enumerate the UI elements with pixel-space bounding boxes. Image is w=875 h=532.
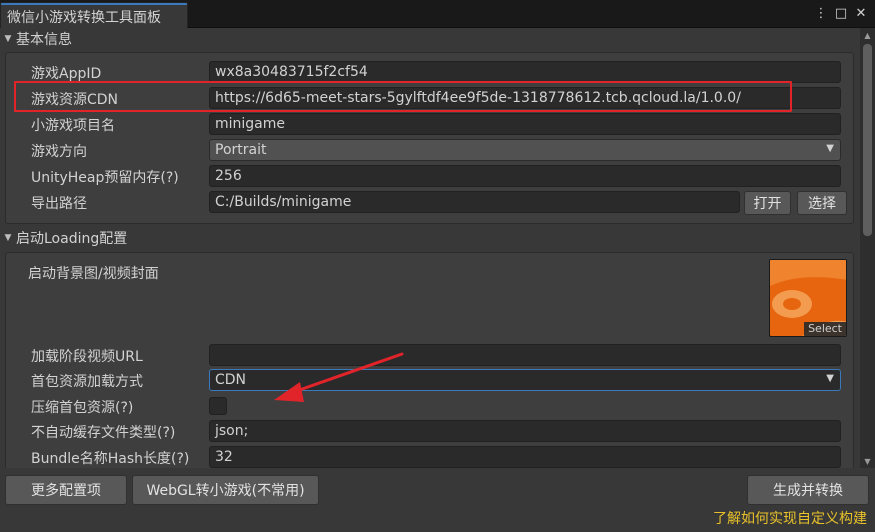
export-path-field[interactable]: C:/Builds/minigame — [209, 191, 740, 213]
cover-select-label[interactable]: Select — [804, 322, 846, 336]
row-project-name: 小游戏项目名 minigame — [6, 113, 855, 135]
first-pkg-mode-dropdown[interactable]: CDN ▼ — [209, 369, 841, 391]
project-name-field[interactable]: minigame — [209, 113, 841, 135]
orientation-value: Portrait — [215, 142, 267, 158]
appid-label: 游戏AppID — [31, 66, 102, 82]
project-name-label: 小游戏项目名 — [31, 118, 115, 134]
appid-field[interactable]: wx8a30483715f2cf54 — [209, 61, 841, 83]
basic-info-group: 游戏AppID wx8a30483715f2cf54 游戏资源CDN https… — [5, 52, 854, 224]
window-controls: ⋮ □ ✕ — [813, 4, 875, 24]
row-cover: 启动背景图/视频封面 — [6, 261, 855, 283]
foldout-basic-info[interactable]: ▼ 基本信息 — [0, 28, 860, 50]
orientation-label: 游戏方向 — [31, 144, 87, 160]
vertical-scrollbar[interactable]: ▲ ▼ — [860, 28, 875, 468]
cdn-field[interactable]: https://6d65-meet-stars-5gylftdf4ee9f5de… — [209, 87, 841, 109]
row-no-cache: 不自动缓存文件类型(?) json; — [6, 420, 855, 442]
no-cache-field[interactable]: json; — [209, 420, 841, 442]
row-unity-heap: UnityHeap预留内存(?) 256 — [6, 165, 855, 187]
maximize-icon[interactable]: □ — [833, 4, 849, 22]
cdn-label: 游戏资源CDN — [31, 92, 119, 108]
window-tab[interactable]: 微信小游戏转换工具面板 — [0, 2, 188, 28]
video-url-label: 加载阶段视频URL — [31, 349, 143, 365]
scroll-up-icon[interactable]: ▲ — [860, 28, 875, 42]
compress-checkbox[interactable] — [209, 397, 227, 415]
tab-active-indicator — [1, 3, 187, 5]
webgl-convert-button[interactable]: WebGL转小游戏(不常用) — [132, 475, 319, 505]
row-bundle-hash: Bundle名称Hash长度(?) 32 — [6, 446, 855, 468]
foldout-expanded-icon: ▼ — [4, 34, 12, 44]
bundle-hash-field[interactable]: 32 — [209, 446, 841, 468]
video-url-field[interactable] — [209, 344, 841, 366]
scroll-down-icon[interactable]: ▼ — [860, 454, 875, 468]
no-cache-label: 不自动缓存文件类型(?) — [31, 425, 176, 441]
cover-label: 启动背景图/视频封面 — [28, 266, 159, 282]
unity-heap-label: UnityHeap预留内存(?) — [31, 170, 179, 186]
row-export-path: 导出路径 C:/Builds/minigame 打开 选择 — [6, 191, 855, 215]
window-title: 微信小游戏转换工具面板 — [7, 10, 161, 26]
chevron-down-icon: ▼ — [826, 143, 834, 154]
foldout-loading-title: 启动Loading配置 — [16, 231, 128, 247]
foldout-expanded-icon: ▼ — [4, 233, 12, 243]
first-pkg-mode-label: 首包资源加载方式 — [31, 374, 143, 390]
build-convert-button[interactable]: 生成并转换 — [747, 475, 869, 505]
foldout-loading[interactable]: ▼ 启动Loading配置 — [0, 227, 860, 249]
loading-group: 启动背景图/视频封面 Select 加载阶段视频URL 首包资源加载方式 CDN… — [5, 252, 854, 468]
row-video-url: 加载阶段视频URL — [6, 344, 855, 366]
row-appid: 游戏AppID wx8a30483715f2cf54 — [6, 61, 855, 83]
cover-texture-picker[interactable]: Select — [769, 259, 847, 337]
first-pkg-mode-value: CDN — [215, 372, 247, 388]
row-cdn: 游戏资源CDN https://6d65-meet-stars-5gylftdf… — [6, 87, 855, 109]
orientation-dropdown[interactable]: Portrait ▼ — [209, 139, 841, 161]
window-titlebar: 微信小游戏转换工具面板 ⋮ □ ✕ — [0, 0, 875, 28]
kebab-menu-icon[interactable]: ⋮ — [813, 4, 829, 22]
chevron-down-icon: ▼ — [826, 373, 834, 384]
bundle-hash-label: Bundle名称Hash长度(?) — [31, 451, 190, 467]
foldout-basic-info-title: 基本信息 — [16, 32, 72, 48]
row-orientation: 游戏方向 Portrait ▼ — [6, 139, 855, 161]
export-path-label: 导出路径 — [31, 196, 87, 212]
row-first-pkg-mode: 首包资源加载方式 CDN ▼ — [6, 369, 855, 391]
scrollbar-thumb[interactable] — [863, 44, 872, 236]
unity-heap-field[interactable]: 256 — [209, 165, 841, 187]
custom-build-help-link[interactable]: 了解如何实现自定义构建 — [713, 508, 867, 528]
inspector-content: ▼ 基本信息 游戏AppID wx8a30483715f2cf54 游戏资源CD… — [0, 28, 860, 468]
more-config-button[interactable]: 更多配置项 — [5, 475, 127, 505]
open-folder-button[interactable]: 打开 — [744, 191, 791, 215]
row-compress: 压缩首包资源(?) — [6, 395, 855, 417]
compress-label: 压缩首包资源(?) — [31, 400, 134, 416]
select-folder-button[interactable]: 选择 — [797, 191, 847, 215]
close-icon[interactable]: ✕ — [853, 4, 869, 22]
